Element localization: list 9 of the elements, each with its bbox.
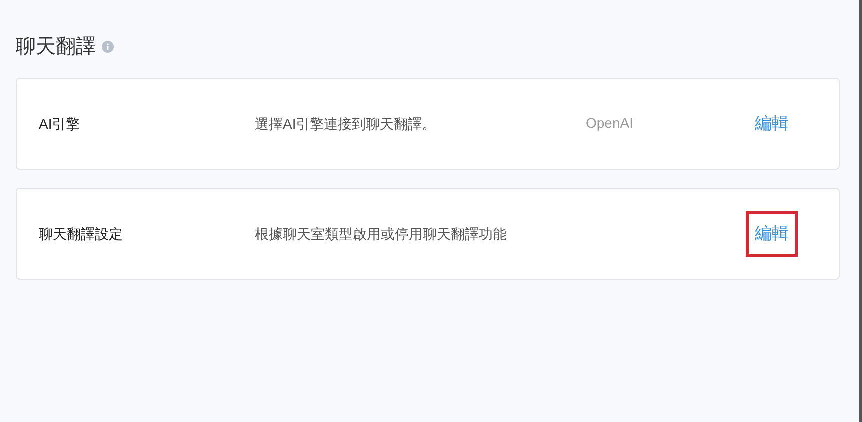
edit-link[interactable]: 編輯 bbox=[746, 211, 798, 257]
edit-link[interactable]: 編輯 bbox=[746, 101, 798, 147]
info-icon[interactable] bbox=[102, 41, 114, 53]
section-title: 聊天翻譯 bbox=[16, 35, 96, 60]
setting-description: 根據聊天室類型啟用或停用聊天翻譯功能 bbox=[255, 224, 508, 244]
setting-description: 選擇AI引擎連接到聊天翻譯。 bbox=[255, 114, 438, 134]
setting-label: AI引擎 bbox=[38, 114, 82, 134]
setting-label: 聊天翻譯設定 bbox=[38, 224, 124, 244]
setting-value: OpenAI bbox=[586, 115, 634, 131]
